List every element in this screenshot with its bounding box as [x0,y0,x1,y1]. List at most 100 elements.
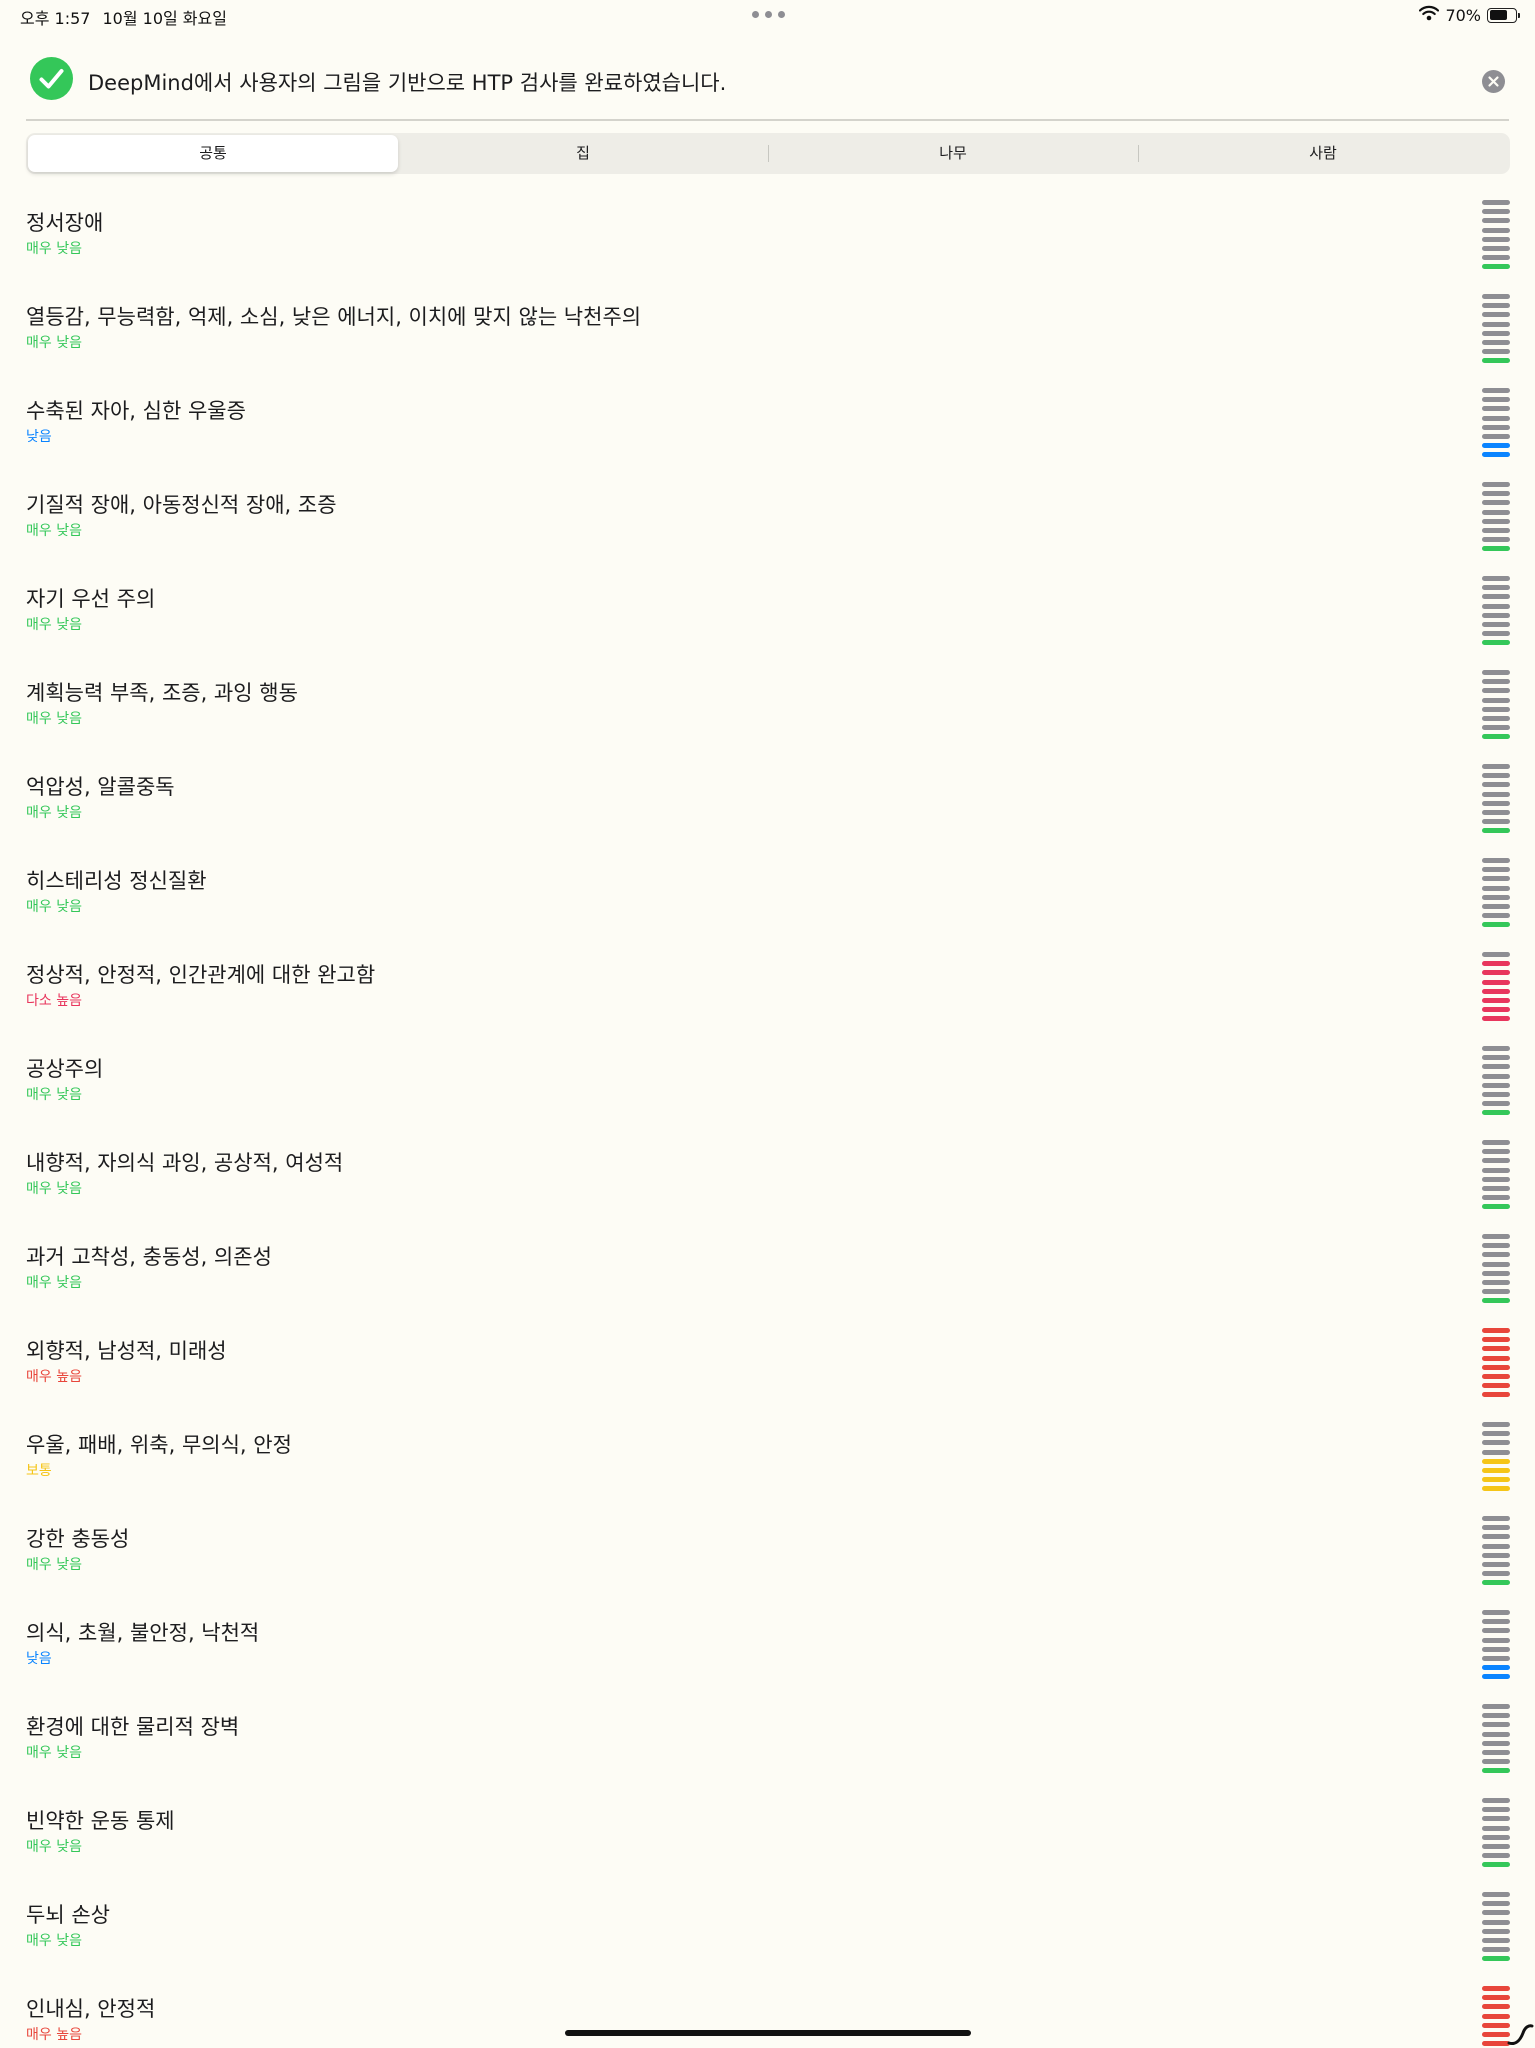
battery-fill [1489,10,1507,20]
item-level: 매우 낮음 [26,241,82,257]
level-meter [1482,670,1510,740]
meter-bar [1482,1186,1510,1191]
item-title: 강한 충동성 [26,1527,130,1551]
list-item[interactable]: 공상주의 매우 낮음 [0,1046,1535,1140]
meter-bar [1482,200,1510,205]
tab-person[interactable]: 사람 [1138,135,1508,172]
meter-bar [1482,876,1510,882]
item-level: 매우 낮음 [26,1839,82,1855]
item-title: 공상주의 [26,1057,104,1081]
meter-bar [1482,1383,1510,1389]
meter-bar [1482,1552,1510,1558]
meter-bar [1482,482,1510,487]
battery-icon [1487,7,1520,23]
list-item[interactable]: 계획능력 부족, 조증, 과잉 행동 매우 낮음 [0,670,1535,764]
meter-bar [1482,264,1510,270]
level-meter [1482,764,1510,834]
meter-bar [1482,1947,1510,1953]
list-item[interactable]: 자기 우선 주의매우 낮음 [0,576,1535,670]
list-item[interactable]: 수축된 자아, 심한 우울증 낮음 [0,388,1535,482]
meter-bar [1482,894,1510,900]
list-item[interactable]: 우울, 패배, 위축, 무의식, 안정 보통 [0,1422,1535,1516]
meter-bar [1482,1007,1510,1013]
meter-bar [1482,1713,1510,1719]
meter-bar [1482,594,1510,600]
meter-bar [1482,1798,1510,1803]
list-item[interactable]: 히스테리성 정신질환 매우 낮음 [0,858,1535,952]
meter-bar [1482,1628,1510,1634]
meter-bar [1482,716,1510,721]
meter-bar [1482,612,1510,618]
level-meter [1482,482,1510,552]
meter-bar [1482,1016,1510,1022]
status-date: 10월 10일 화요일 [102,9,227,28]
meter-bar [1482,1055,1510,1061]
meter-bar [1482,1346,1510,1352]
list-item[interactable]: 외향적, 남성적, 미래성 매우 높음 [0,1328,1535,1422]
multitasking-dots-icon[interactable] [752,11,785,18]
meter-bar [1482,885,1510,891]
meter-bar [1482,546,1510,552]
meter-bar [1482,1477,1510,1483]
meter-bar [1482,1195,1510,1201]
home-indicator[interactable] [565,2030,971,2036]
list-item[interactable]: 빈약한 운동 통제 매우 낮음 [0,1798,1535,1892]
meter-bar [1482,913,1510,919]
close-button[interactable] [1482,70,1505,93]
meter-bar [1482,236,1510,242]
meter-bar [1482,706,1510,712]
list-item[interactable]: 정서장애 매우 낮음 [0,200,1535,294]
list-item[interactable]: 정상적, 안정적, 인간관계에 대한 완고함 다소 높음 [0,952,1535,1046]
meter-bar [1482,979,1510,985]
meter-bar [1482,1534,1510,1540]
item-level: 매우 낮음 [26,1275,82,1291]
meter-bar [1482,1956,1510,1962]
list-item[interactable]: 억압성, 알콜중독 매우 낮음 [0,764,1535,858]
status-bar: 오후 1:57 10월 10일 화요일 70% [0,0,1535,30]
list-item[interactable]: 인내심, 안정적 매우 높음 [0,1986,1535,2048]
item-title: 과거 고착성, 충동성, 의존성 [26,1245,272,1269]
meter-bar [1482,452,1510,458]
meter-bar [1482,688,1510,694]
item-title: 인내심, 안정적 [26,1997,156,2021]
level-meter [1482,1140,1510,1210]
item-title: 자기 우선 주의 [26,587,156,611]
list-item[interactable]: 두뇌 손상 매우 낮음 [0,1892,1535,1986]
list-item[interactable]: 강한 충동성 매우 낮음 [0,1516,1535,1610]
item-level: 매우 낮음 [26,617,82,633]
meter-bar [1482,443,1510,449]
list-item[interactable]: 환경에 대한 물리적 장벽 매우 낮음 [0,1704,1535,1798]
meter-bar [1482,1825,1510,1831]
list-item[interactable]: 내향적, 자의식 과잉, 공상적, 여성적 매우 낮음 [0,1140,1535,1234]
meter-bar [1482,1704,1510,1709]
level-meter [1482,1516,1510,1586]
list-item[interactable]: 열등감, 무능력함, 억제, 소심, 낮은 에너지, 이치에 맞지 않는 낙천주… [0,294,1535,388]
list-item[interactable]: 과거 고착성, 충동성, 의존성매우 낮음 [0,1234,1535,1328]
meter-bar [1482,1740,1510,1746]
level-meter [1482,858,1510,928]
level-meter [1482,1234,1510,1304]
meter-bar [1482,528,1510,533]
level-meter [1482,1610,1510,1680]
meter-bar [1482,415,1510,421]
level-meter [1482,1328,1510,1398]
item-level: 매우 낮음 [26,899,82,915]
list-item[interactable]: 기질적 장애, 아동정신적 장애, 조증 매우 낮음 [0,482,1535,576]
tab-house[interactable]: 집 [398,135,768,172]
meter-bar [1482,406,1510,412]
item-title: 환경에 대한 물리적 장벽 [26,1715,240,1739]
list-item[interactable]: 의식, 초월, 불안정, 낙천적 낮음 [0,1610,1535,1704]
item-title: 수축된 자아, 심한 우울증 [26,399,246,423]
meter-bar [1482,518,1510,524]
meter-bar [1482,1468,1510,1473]
tab-common[interactable]: 공통 [28,135,398,172]
meter-bar [1482,1449,1510,1455]
meter-bar [1482,773,1510,779]
meter-bar [1482,1928,1510,1934]
tab-tree[interactable]: 나무 [768,135,1138,172]
level-meter [1482,1798,1510,1868]
meter-bar [1482,1571,1510,1577]
meter-bar [1482,349,1510,355]
item-level: 보통 [26,1463,52,1479]
meter-bar [1482,640,1510,646]
